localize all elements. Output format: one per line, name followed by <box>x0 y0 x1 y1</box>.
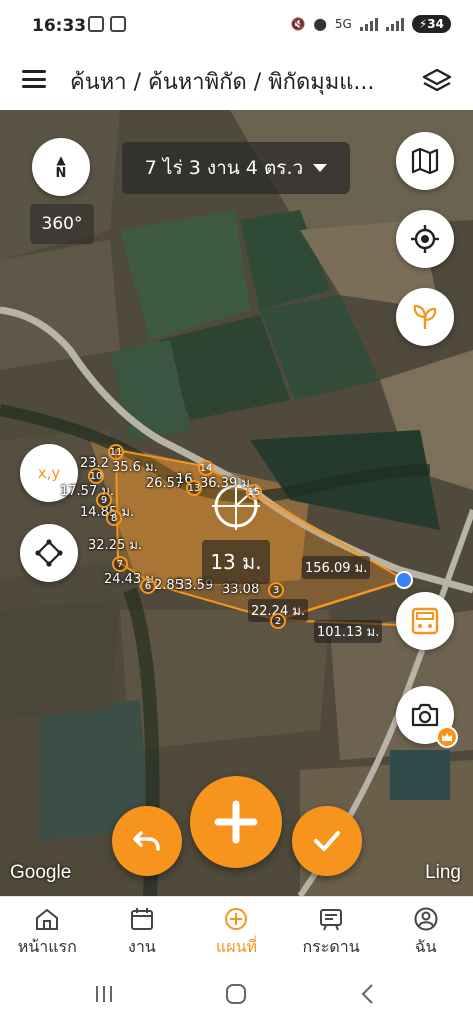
measure-tools-button[interactable] <box>396 592 454 650</box>
rotation-360-label[interactable]: 360° <box>30 204 94 244</box>
app-notification-icon <box>110 16 126 32</box>
mute-icon: 🔇 <box>290 17 306 31</box>
user-icon <box>414 907 438 931</box>
back-icon[interactable] <box>356 982 380 1006</box>
breadcrumb-title: ค้นหา / ค้นหาพิกัด / พิกัดมุมแ... <box>70 70 375 95</box>
sprout-icon <box>413 304 437 329</box>
segment-label: 32.25 ม. <box>88 538 143 553</box>
vertex-marker[interactable]: 8 <box>106 510 122 526</box>
crosshair-target-icon <box>411 225 439 253</box>
nav-tasks[interactable]: งาน <box>95 897 190 966</box>
satellite-map[interactable]: ▲ N 360° 7 ไร่ 3 งาน 4 ตร.ว x,y 23.2 35.… <box>0 110 473 896</box>
screenshot-icon <box>88 16 104 32</box>
caret-down-icon <box>313 164 328 172</box>
status-time: 16:33 <box>32 16 87 36</box>
nav-board[interactable]: กระดาน <box>284 897 379 966</box>
battery-indicator: ⚡34 <box>411 15 451 33</box>
vertex-marker[interactable]: 11 <box>108 444 124 460</box>
segment-label: 33.08 <box>222 582 260 597</box>
vertex-marker[interactable]: 6 <box>140 578 156 594</box>
camera-button[interactable] <box>396 686 458 748</box>
nav-home[interactable]: หน้าแรก <box>0 897 95 966</box>
signal-icon <box>359 17 378 31</box>
add-point-button[interactable] <box>190 776 282 868</box>
my-location-button[interactable] <box>396 210 454 268</box>
premium-crown-icon <box>436 726 458 748</box>
undo-icon <box>133 831 160 851</box>
vertex-marker[interactable]: 2 <box>270 613 286 629</box>
vertex-marker[interactable]: 10 <box>88 468 104 484</box>
area-summary-dropdown[interactable]: 7 ไร่ 3 งาน 4 ตร.ว <box>122 142 350 194</box>
crop-button[interactable] <box>396 288 454 346</box>
location-icon: ⬤ <box>313 17 327 31</box>
system-navigation-bar <box>0 966 473 1024</box>
hamburger-menu-icon[interactable] <box>22 70 46 88</box>
camera-icon <box>411 703 439 727</box>
status-bar: 16:33 🔇 ⬤ 5G ⚡34 <box>0 0 473 52</box>
map-type-button[interactable] <box>396 132 454 190</box>
vertex-marker[interactable]: 14 <box>198 460 214 476</box>
calculator-icon <box>411 607 439 635</box>
signal-icon-2 <box>385 17 404 31</box>
nav-profile[interactable]: ฉัน <box>378 897 473 966</box>
polygon-icon <box>35 539 63 567</box>
board-icon <box>320 909 343 931</box>
segment-label: 101.13 ม. <box>314 620 383 643</box>
vertex-marker[interactable]: 3 <box>268 582 284 598</box>
google-attribution: Google <box>10 862 72 883</box>
app-header: ค้นหา / ค้นหาพิกัด / พิกัดมุมแ... <box>0 52 473 110</box>
vertex-marker[interactable]: 9 <box>96 492 112 508</box>
home-button-icon[interactable] <box>224 982 248 1006</box>
vertex-marker[interactable]: 15 <box>246 484 262 500</box>
recent-apps-icon[interactable] <box>92 982 116 1006</box>
bottom-navigation: หน้าแรก งาน แผนที่ กระดาน ฉัน <box>0 896 473 966</box>
nav-map[interactable]: แผนที่ <box>189 897 284 966</box>
vertex-marker[interactable]: 7 <box>112 556 128 572</box>
checkmark-icon <box>314 831 340 851</box>
home-icon <box>36 908 59 930</box>
undo-button[interactable] <box>112 806 182 876</box>
map-plus-icon <box>225 908 248 930</box>
vertex-marker[interactable]: 13 <box>186 480 202 496</box>
confirm-button[interactable] <box>292 806 362 876</box>
layers-icon[interactable] <box>421 66 453 96</box>
network-type: 5G <box>334 17 352 31</box>
folded-map-icon <box>411 148 439 174</box>
center-distance-label: 13 ม. <box>202 540 270 584</box>
compass-arrow-icon: ▲ <box>56 152 66 167</box>
segment-label: 156.09 ม. <box>302 556 371 579</box>
polygon-tool-button[interactable] <box>20 524 78 582</box>
ling-attribution: Ling <box>425 862 461 883</box>
plus-icon <box>214 800 258 844</box>
calendar-icon <box>130 908 153 930</box>
compass-button[interactable]: ▲ N <box>32 138 90 196</box>
